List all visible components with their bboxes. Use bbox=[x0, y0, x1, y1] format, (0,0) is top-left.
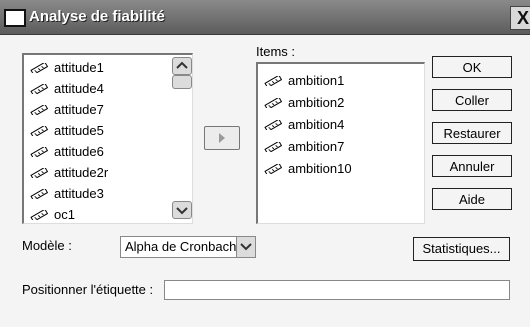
ok-button[interactable]: OK bbox=[432, 56, 512, 78]
variable-label: attitude1 bbox=[54, 60, 104, 75]
ruler-icon bbox=[30, 147, 48, 157]
list-item[interactable]: ambition4 bbox=[264, 114, 344, 136]
variable-label: attitude5 bbox=[54, 123, 104, 138]
list-item[interactable]: attitude7 bbox=[30, 99, 104, 121]
list-item[interactable]: attitude2r bbox=[30, 162, 108, 184]
help-button[interactable]: Aide bbox=[432, 188, 512, 210]
ruler-icon bbox=[30, 126, 48, 136]
ruler-icon bbox=[264, 142, 282, 152]
chevron-down-icon bbox=[176, 207, 188, 215]
list-item[interactable]: ambition2 bbox=[264, 92, 344, 114]
ruler-icon bbox=[30, 105, 48, 115]
reset-button[interactable]: Restaurer bbox=[432, 122, 512, 144]
ruler-icon bbox=[30, 210, 48, 220]
close-button[interactable]: X bbox=[510, 6, 530, 30]
item-label: ambition1 bbox=[288, 73, 345, 88]
list-item[interactable]: oc1 bbox=[30, 204, 75, 223]
list-item[interactable]: ambition10 bbox=[264, 158, 352, 180]
ruler-icon bbox=[264, 98, 282, 108]
variables-listbox[interactable]: attitude1 attitude4 attitude7 attitude5 … bbox=[22, 53, 193, 224]
chevron-up-icon bbox=[176, 61, 188, 69]
list-item[interactable]: ambition1 bbox=[264, 70, 344, 92]
scroll-up-button[interactable] bbox=[172, 57, 192, 75]
item-label: ambition7 bbox=[288, 139, 345, 154]
variable-label: oc1 bbox=[54, 207, 75, 222]
window-title: Analyse de fiabilité bbox=[29, 8, 165, 25]
variable-label: attitude6 bbox=[54, 144, 104, 159]
items-label: Items : bbox=[256, 44, 296, 59]
title-bar[interactable]: Analyse de fiabilité X bbox=[0, 0, 530, 35]
window-icon bbox=[4, 9, 26, 27]
list-item[interactable]: ambition7 bbox=[264, 136, 344, 158]
label-position-label: Positionner l'étiquette : bbox=[22, 282, 154, 297]
list-item[interactable]: attitude3 bbox=[30, 183, 104, 205]
variable-label: attitude7 bbox=[54, 102, 104, 117]
label-position-input[interactable] bbox=[164, 280, 510, 300]
list-item[interactable]: attitude4 bbox=[30, 78, 104, 100]
ruler-icon bbox=[30, 189, 48, 199]
scroll-down-button[interactable] bbox=[172, 201, 192, 219]
model-label: Modèle : bbox=[22, 238, 72, 253]
arrow-right-icon bbox=[219, 133, 225, 143]
cancel-button[interactable]: Annuler bbox=[432, 155, 512, 177]
model-dropdown-button[interactable] bbox=[236, 237, 255, 257]
list-item[interactable]: attitude6 bbox=[30, 141, 104, 163]
statistics-button[interactable]: Statistiques... bbox=[413, 237, 510, 261]
variable-label: attitude2r bbox=[54, 165, 109, 180]
ruler-icon bbox=[264, 164, 282, 174]
scrollbar-thumb[interactable] bbox=[172, 75, 192, 89]
chevron-down-icon bbox=[240, 243, 252, 251]
variable-label: attitude4 bbox=[54, 81, 104, 96]
items-listbox[interactable]: ambition1 ambition2 ambition4 ambition7 … bbox=[256, 62, 425, 224]
variable-label: attitude3 bbox=[54, 186, 104, 201]
paste-button[interactable]: Coller bbox=[432, 89, 512, 111]
ruler-icon bbox=[30, 63, 48, 73]
item-label: ambition10 bbox=[288, 161, 352, 176]
item-label: ambition2 bbox=[288, 95, 345, 110]
ruler-icon bbox=[264, 120, 282, 130]
ruler-icon bbox=[30, 168, 48, 178]
list-item[interactable]: attitude1 bbox=[30, 57, 104, 79]
item-label: ambition4 bbox=[288, 117, 345, 132]
ruler-icon bbox=[30, 84, 48, 94]
list-item[interactable]: attitude5 bbox=[30, 120, 104, 142]
ruler-icon bbox=[264, 76, 282, 86]
reliability-dialog: Analyse de fiabilité X attitude1 attitud… bbox=[0, 0, 530, 327]
move-to-items-button[interactable] bbox=[204, 126, 240, 150]
